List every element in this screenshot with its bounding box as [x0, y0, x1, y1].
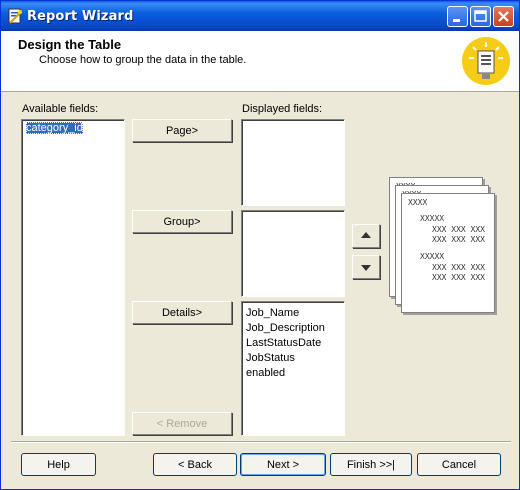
available-fields-label: Available fields:: [22, 103, 99, 115]
group-fields-list[interactable]: [241, 210, 345, 297]
move-up-button[interactable]: [352, 224, 380, 248]
list-item[interactable]: LastStatusDate: [242, 335, 344, 350]
maximize-button[interactable]: [470, 6, 491, 27]
page-title: Design the Table: [18, 37, 122, 52]
report-wizard-window: Report Wizard Design the Table Choose ho…: [0, 0, 520, 490]
preview-page-3: XXXX XXXXX XXX XXX XXX XXX XXX XXX XXXXX…: [401, 193, 495, 313]
help-button[interactable]: Help: [21, 453, 96, 476]
cancel-button[interactable]: Cancel: [417, 453, 501, 476]
maximize-icon: [474, 10, 487, 22]
page-subtitle: Choose how to group the data in the tabl…: [39, 54, 247, 66]
list-item[interactable]: category_id: [22, 120, 124, 135]
list-item[interactable]: JobStatus: [242, 350, 344, 365]
minimize-button[interactable]: [447, 6, 468, 27]
available-fields-list[interactable]: category_id: [21, 119, 125, 436]
list-item[interactable]: Job_Name: [242, 305, 344, 320]
wizard-icon: [8, 8, 22, 24]
report-bulb-icon: [462, 37, 510, 85]
details-button[interactable]: Details>: [132, 301, 232, 324]
move-down-button[interactable]: [352, 255, 380, 279]
displayed-fields-label: Displayed fields:: [242, 103, 323, 115]
list-item[interactable]: enabled: [242, 365, 344, 380]
arrow-down-icon: [361, 265, 371, 271]
list-item[interactable]: Job_Description: [242, 320, 344, 335]
minimize-icon: [453, 19, 460, 22]
page-fields-list[interactable]: [241, 119, 345, 206]
group-button[interactable]: Group>: [132, 210, 232, 233]
title-bar[interactable]: Report Wizard: [1, 1, 519, 31]
wizard-header: Design the Table Choose how to group the…: [1, 31, 519, 92]
finish-button[interactable]: Finish >>|: [330, 453, 412, 476]
next-button[interactable]: Next >: [240, 453, 326, 476]
close-button[interactable]: [493, 6, 514, 27]
close-icon: [498, 11, 509, 22]
window-title: Report Wizard: [27, 9, 134, 24]
back-button[interactable]: < Back: [153, 453, 237, 476]
arrow-up-icon: [361, 232, 371, 238]
remove-button[interactable]: < Remove: [132, 412, 232, 435]
details-fields-list[interactable]: Job_Name Job_Description LastStatusDate …: [241, 301, 345, 436]
footer-divider: [11, 441, 511, 443]
page-button[interactable]: Page>: [132, 119, 232, 142]
layout-preview: XXXX XXXX X XXX XXX XX X XX X XX X XX X XX XXX…: [389, 177, 499, 313]
